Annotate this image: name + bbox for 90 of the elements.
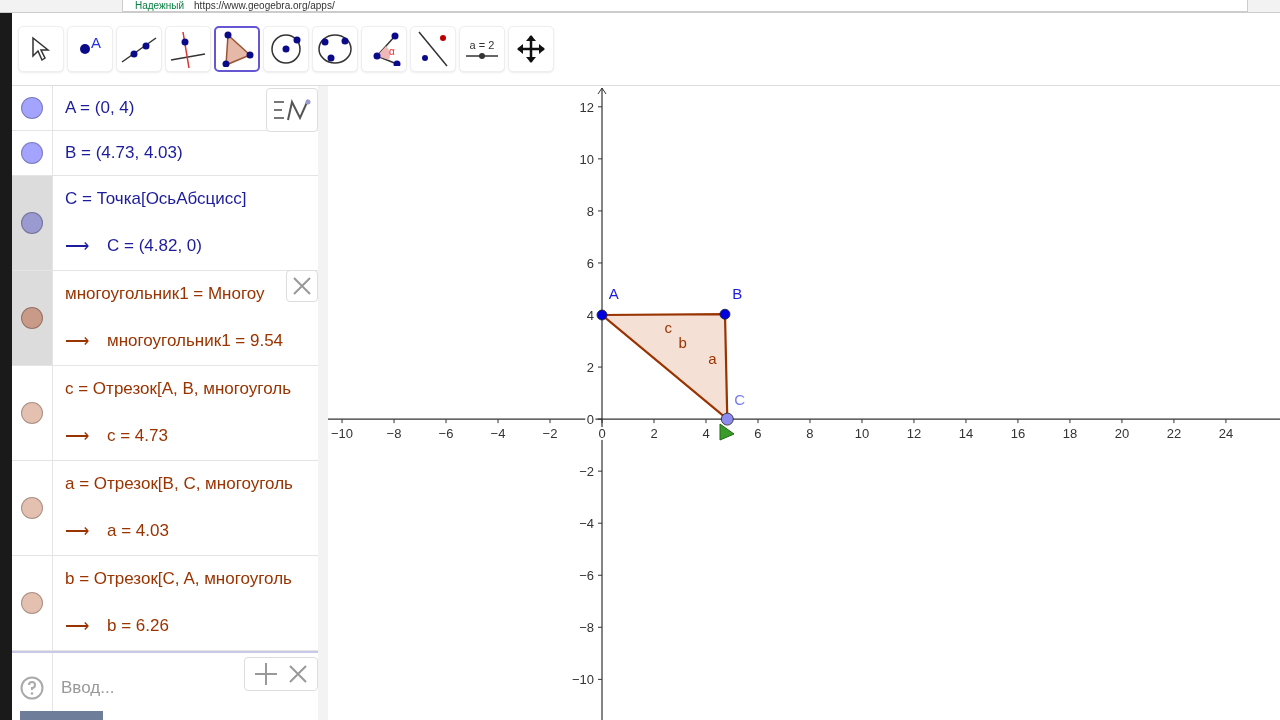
visibility-dot[interactable]	[21, 592, 43, 614]
value-text: a = 4.03	[107, 521, 169, 542]
x-tick-label: −6	[438, 426, 454, 442]
value-text: многоугольник1 = 9.54	[107, 331, 284, 352]
visibility-dot[interactable]	[21, 142, 43, 164]
visibility-dot[interactable]	[21, 402, 43, 424]
circle-icon	[269, 32, 303, 66]
tool-label: α	[389, 45, 395, 57]
cursor-icon	[718, 422, 736, 442]
tool-button[interactable]	[214, 26, 260, 72]
value-text: b = 6.26	[107, 616, 169, 637]
definition-text[interactable]: C = Точка[ОсьАбсцисс]	[65, 189, 247, 210]
definition-text[interactable]: a = Отрезок[B, C, многоуголь	[65, 474, 293, 495]
point-label: A	[608, 285, 619, 303]
y-tick-label: 8	[586, 203, 594, 219]
x-tick-label: 16	[1010, 426, 1026, 442]
y-tick-label: 6	[586, 255, 594, 271]
triangle-icon	[220, 31, 254, 67]
value-text: C = (4.82, 0)	[107, 236, 202, 257]
y-tick-label: −10	[571, 672, 594, 688]
segment-label: c	[664, 319, 673, 337]
input-actions[interactable]	[244, 657, 318, 691]
plus-icon[interactable]	[254, 662, 278, 686]
y-tick-label: 12	[579, 99, 594, 115]
definition-text[interactable]: A = (0, 4)	[65, 98, 135, 118]
point-icon	[79, 43, 91, 55]
point-label: B	[732, 285, 743, 303]
slider-icon	[466, 53, 498, 59]
definition-text[interactable]: c = Отрезок[A, B, многоуголь	[65, 379, 291, 400]
tool-button[interactable]: a = 2	[459, 26, 505, 72]
x-tick-label: −10	[331, 426, 354, 442]
visibility-dot[interactable]	[21, 97, 43, 119]
tool-label: a = 2	[469, 39, 495, 51]
move-arrows-icon	[516, 34, 546, 64]
point-label: C	[734, 390, 746, 408]
x-tick-label: −4	[490, 426, 506, 442]
x-tick-label: 8	[806, 426, 814, 442]
y-tick-label: −2	[579, 464, 594, 480]
tool-button[interactable]: α	[361, 26, 407, 72]
x-tick-label: 10	[854, 426, 870, 442]
close-button[interactable]	[286, 270, 318, 302]
close-icon	[292, 276, 312, 296]
segment-label: b	[678, 333, 687, 351]
x-tick-label: 14	[958, 426, 974, 442]
x-tick-label: 22	[1166, 426, 1182, 442]
value-text: c = 4.73	[107, 426, 168, 447]
x-tick-label: 18	[1062, 426, 1078, 442]
close-icon[interactable]	[288, 664, 308, 684]
perpendicular-line-icon	[169, 30, 207, 68]
row-marble-column[interactable]	[12, 271, 53, 365]
tool-label: A	[91, 33, 101, 51]
url-text: https://www.geogebra.org/apps/	[194, 0, 335, 11]
line-and-points-icon	[415, 30, 451, 68]
x-tick-label: −2	[542, 426, 558, 442]
tool-button[interactable]: A	[67, 26, 113, 72]
input-field[interactable]: Ввод...	[53, 653, 238, 720]
y-tick-label: −6	[579, 568, 594, 584]
address-bar[interactable]: Надежный https://www.geogebra.org/apps/	[122, 0, 1248, 12]
x-tick-label: 20	[1114, 426, 1130, 442]
y-tick-label: 2	[586, 360, 594, 376]
arrow-symbol: ⟶	[65, 425, 89, 447]
y-tick-label: −4	[579, 516, 594, 532]
definition-text[interactable]: b = Отрезок[C, A, многоуголь	[65, 569, 292, 590]
triangle-polygon[interactable]	[596, 308, 734, 426]
visibility-dot[interactable]	[21, 212, 43, 234]
secure-label: Надежный	[135, 0, 185, 11]
x-tick-label: −8	[386, 426, 402, 442]
style-bar-toggle[interactable]	[266, 88, 318, 132]
x-tick-label: 24	[1218, 426, 1234, 442]
y-tick-label: 4	[586, 308, 594, 323]
pointer-arrow-icon	[30, 36, 52, 62]
visibility-dot[interactable]	[21, 307, 43, 329]
x-tick-label: 4	[702, 426, 710, 442]
arrow-symbol: ⟶	[65, 330, 89, 352]
x-tick-label: 6	[754, 426, 762, 442]
x-tick-label: 2	[650, 426, 658, 442]
help-icon[interactable]	[20, 676, 44, 700]
arrow-symbol: ⟶	[65, 520, 89, 542]
definition-text[interactable]: B = (4.73, 4.03)	[65, 143, 183, 163]
line-through-points-icon	[120, 34, 158, 64]
arrow-symbol: ⟶	[65, 235, 89, 257]
y-tick-label: 10	[579, 151, 594, 167]
visibility-dot[interactable]	[21, 497, 43, 519]
circle-through-points-icon	[317, 32, 353, 66]
y-tick-label: −8	[579, 620, 594, 636]
definition-text[interactable]: многоугольник1 = Многоу	[65, 284, 265, 305]
segment-label: a	[708, 350, 717, 368]
arrow-symbol: ⟶	[65, 615, 89, 637]
x-tick-label: 12	[906, 426, 922, 442]
row-marble-column[interactable]	[12, 176, 53, 270]
